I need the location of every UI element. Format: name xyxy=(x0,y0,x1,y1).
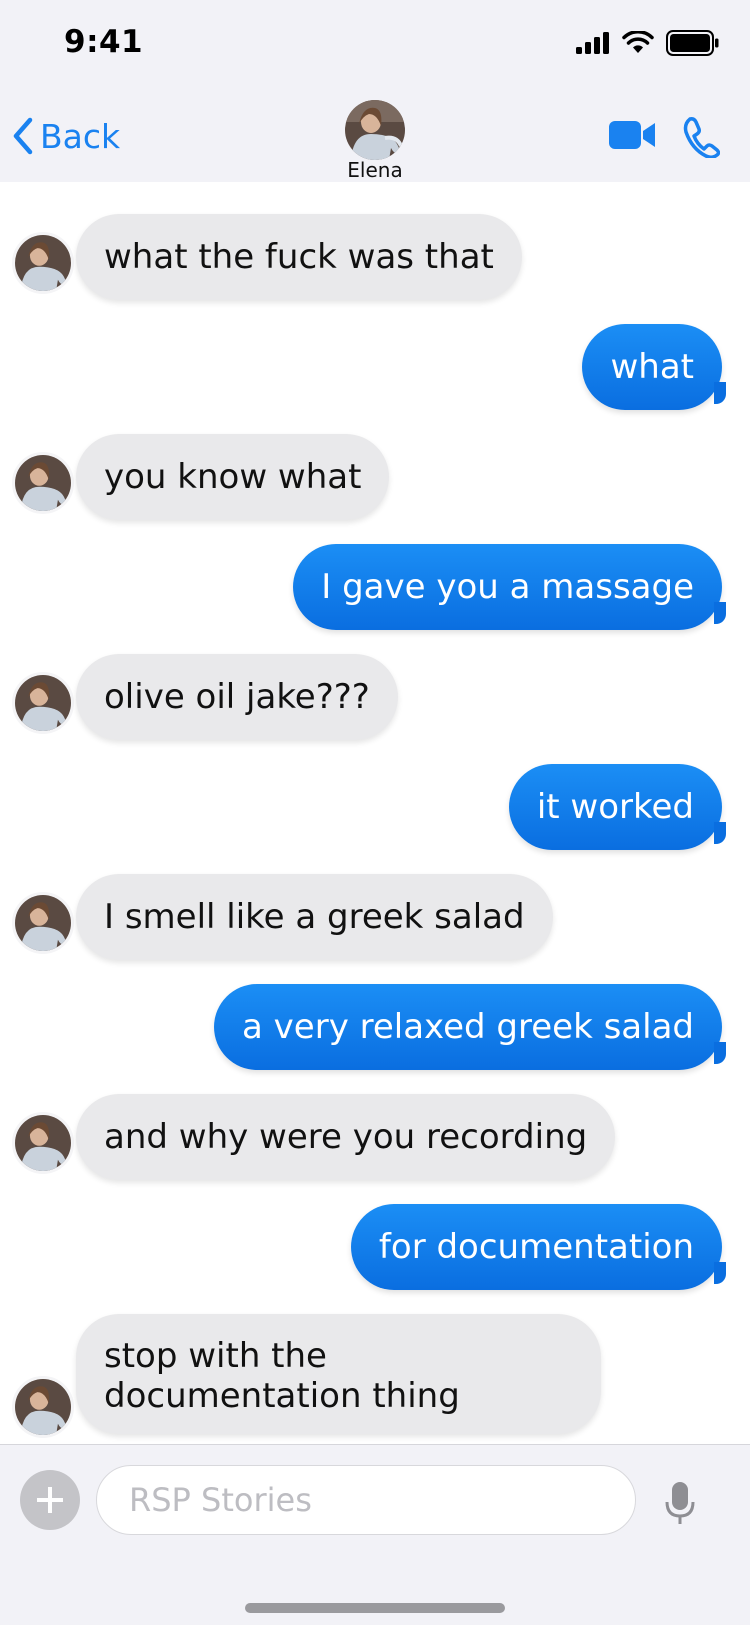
home-indicator[interactable] xyxy=(245,1603,505,1613)
outgoing-bubble[interactable]: I gave you a massage xyxy=(293,544,726,630)
back-label: Back xyxy=(40,116,121,156)
message-row-outgoing: what xyxy=(0,324,750,410)
message-row-outgoing: I gave you a massage xyxy=(0,544,750,630)
cellular-signal-icon xyxy=(576,32,609,54)
outgoing-bubble[interactable]: what xyxy=(582,324,726,410)
contact-photo xyxy=(345,100,405,160)
message-row-outgoing: for documentation xyxy=(0,1204,750,1290)
avatar[interactable] xyxy=(12,1376,74,1438)
video-call-button[interactable] xyxy=(609,120,657,154)
battery-icon xyxy=(666,30,719,56)
composer-bar xyxy=(0,1444,750,1625)
wifi-icon xyxy=(622,31,654,53)
message-row-incoming: you know what xyxy=(0,434,750,520)
conversation-header: Back Elena xyxy=(0,88,750,183)
avatar[interactable] xyxy=(12,232,74,294)
video-camera-icon xyxy=(609,121,655,149)
status-bar: 9:41 xyxy=(0,0,750,88)
status-time: 9:41 xyxy=(64,24,144,60)
message-row-outgoing: a very relaxed greek salad xyxy=(0,984,750,1070)
avatar[interactable] xyxy=(12,892,74,954)
back-button[interactable]: Back xyxy=(12,114,120,158)
message-row-incoming: what the fuck was that xyxy=(0,214,750,300)
avatar-photo xyxy=(15,235,71,291)
contact-avatar[interactable] xyxy=(345,100,405,160)
message-thread[interactable]: what the fuck was that what you know wha… xyxy=(0,182,750,1444)
outgoing-bubble[interactable]: it worked xyxy=(508,764,727,850)
outgoing-bubble[interactable]: a very relaxed greek salad xyxy=(214,984,726,1070)
phone-icon xyxy=(683,117,721,160)
phone-call-button[interactable] xyxy=(682,116,721,162)
avatar-photo xyxy=(15,675,71,731)
incoming-bubble[interactable]: olive oil jake??? xyxy=(76,654,398,740)
plus-icon[interactable] xyxy=(20,1470,80,1530)
contact-name: Elena xyxy=(347,158,403,182)
avatar-photo xyxy=(15,1379,71,1435)
avatar-photo xyxy=(15,1115,71,1171)
incoming-bubble[interactable]: and why were you recording xyxy=(76,1094,616,1180)
avatar-photo xyxy=(15,895,71,951)
message-row-incoming: I smell like a greek salad xyxy=(0,874,750,960)
microphone-button[interactable] xyxy=(664,1480,696,1530)
message-input[interactable] xyxy=(96,1465,636,1535)
incoming-bubble[interactable]: you know what xyxy=(76,434,390,520)
avatar[interactable] xyxy=(12,1112,74,1174)
message-row-incoming: and why were you recording xyxy=(0,1094,750,1180)
incoming-bubble[interactable]: what the fuck was that xyxy=(76,214,522,300)
microphone-icon xyxy=(665,1482,695,1524)
status-icons xyxy=(576,28,720,58)
incoming-bubble[interactable]: I smell like a greek salad xyxy=(76,874,553,960)
message-row-incoming: stop with the documentation thing xyxy=(0,1314,750,1438)
contact-info[interactable]: Elena xyxy=(315,100,435,182)
outgoing-bubble[interactable]: for documentation xyxy=(350,1204,727,1290)
chevron-left-icon xyxy=(13,117,33,155)
message-row-incoming: olive oil jake??? xyxy=(0,654,750,740)
message-row-outgoing: it worked xyxy=(0,764,750,850)
avatar[interactable] xyxy=(12,672,74,734)
avatar[interactable] xyxy=(12,452,74,514)
avatar-photo xyxy=(15,455,71,511)
incoming-bubble[interactable]: stop with the documentation thing xyxy=(76,1314,601,1434)
